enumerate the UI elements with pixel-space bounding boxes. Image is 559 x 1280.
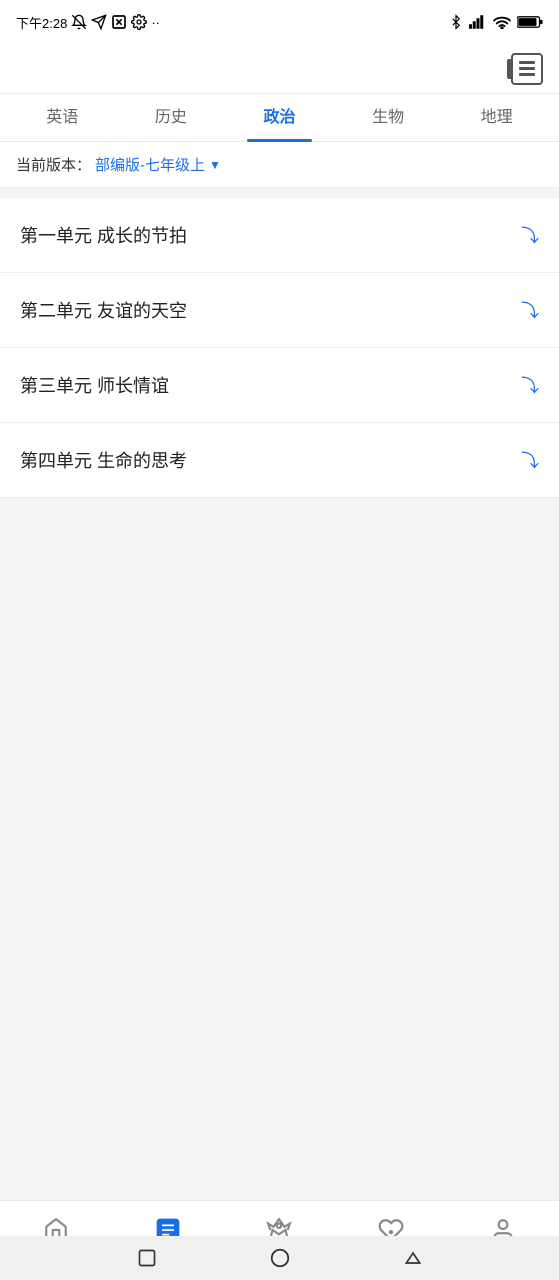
status-time: 下午2:28 [16,13,67,32]
subject-tabs: 英语 历史 政治 生物 地理 [0,94,559,142]
units-container: 第一单元 成长的节拍 ⤵ 第二单元 友谊的天空 ⤵ 第三单元 师长情谊 ⤵ 第四… [0,198,559,498]
version-dropdown-arrow[interactable]: ▼ [209,158,221,172]
version-value: 部编版-七年级上 [95,154,205,175]
unit-arrow-3: ⤵ [521,372,539,398]
gesture-circle[interactable] [265,1243,295,1273]
send-icon [91,14,107,30]
signal-icon [469,15,487,29]
gesture-bar [0,1236,559,1280]
unit-arrow-2: ⤵ [521,297,539,323]
status-bar: 下午2:28 ·· [0,0,559,44]
top-icon-bar [0,44,559,94]
unit-title-4: 第四单元 生命的思考 [20,447,187,473]
unit-title-1: 第一单元 成长的节拍 [20,222,187,248]
section-spacer [0,188,559,198]
tab-geography[interactable]: 地理 [442,94,551,142]
tab-english[interactable]: 英语 [8,94,117,142]
battery-icon [517,15,543,29]
unit-item-3[interactable]: 第三单元 师长情谊 ⤵ [0,348,559,423]
version-bar[interactable]: 当前版本： 部编版-七年级上 ▼ [0,142,559,188]
unit-arrow-1: ⤵ [521,222,539,248]
unit-title-3: 第三单元 师长情谊 [20,372,169,398]
unit-title-2: 第二单元 友谊的天空 [20,297,187,323]
close-square-icon [111,14,127,30]
status-right [449,14,543,30]
tab-politics[interactable]: 政治 [225,94,334,142]
tab-history[interactable]: 历史 [117,94,226,142]
unit-item-1[interactable]: 第一单元 成长的节拍 ⤵ [0,198,559,273]
unit-arrow-4: ⤵ [521,447,539,473]
main-content: 当前版本： 部编版-七年级上 ▼ 第一单元 成长的节拍 ⤵ 第二单元 友谊的天空… [0,142,559,1280]
unit-item-4[interactable]: 第四单元 生命的思考 ⤵ [0,423,559,498]
notebook-icon[interactable] [511,53,543,85]
gesture-triangle[interactable] [398,1243,428,1273]
tab-biology[interactable]: 生物 [334,94,443,142]
gesture-square[interactable] [132,1243,162,1273]
notification-icon [71,14,87,30]
wifi-icon [493,15,511,29]
unit-item-2[interactable]: 第二单元 友谊的天空 ⤵ [0,273,559,348]
settings-icon [131,14,147,30]
bluetooth-icon [449,14,463,30]
status-left: 下午2:28 ·· [16,13,160,32]
status-dots: ·· [151,15,160,30]
version-prefix: 当前版本： [16,154,91,175]
